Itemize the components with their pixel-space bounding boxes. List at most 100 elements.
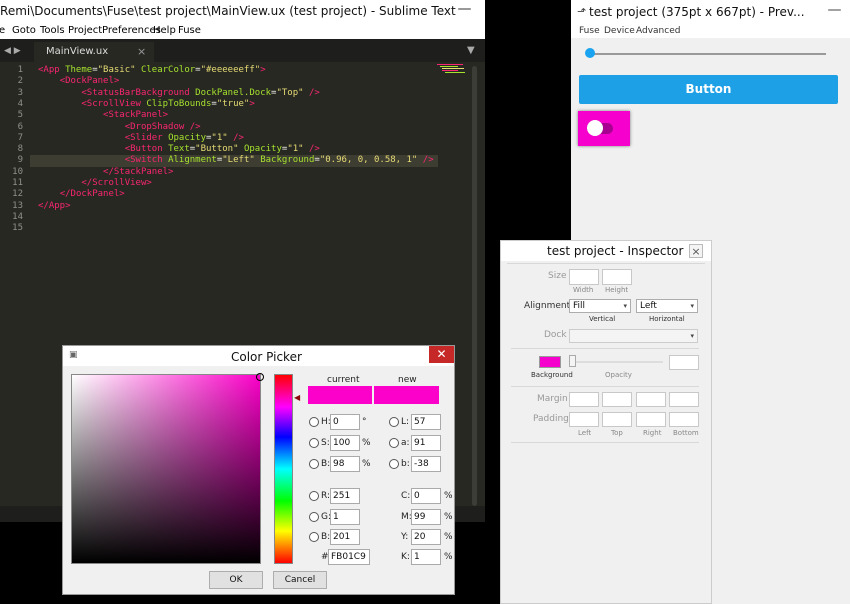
- menu-advanced[interactable]: Advanced: [636, 24, 680, 38]
- minimize-button[interactable]: —: [444, 0, 485, 20]
- preview-menubar: Fuse Device Advanced: [571, 24, 850, 38]
- tab-mainview[interactable]: MainView.ux: [34, 42, 154, 62]
- lab-b-field[interactable]: -38: [411, 456, 441, 472]
- c-field[interactable]: 0: [411, 488, 441, 504]
- slider-thumb[interactable]: [585, 48, 595, 58]
- code-line[interactable]: </App>: [38, 201, 71, 212]
- k-field[interactable]: 1: [411, 549, 441, 565]
- padding-right-field[interactable]: [636, 412, 666, 427]
- width-field[interactable]: [569, 269, 599, 285]
- h-field[interactable]: 0: [330, 414, 360, 430]
- y-field[interactable]: 20: [411, 529, 441, 545]
- inspector-titlebar[interactable]: test project - Inspector ×: [501, 241, 711, 261]
- menu-project[interactable]: Project: [68, 23, 102, 39]
- sublime-titlebar[interactable]: \Remi\Documents\Fuse\test project\MainVi…: [0, 0, 485, 23]
- code-line[interactable]: </ScrollView>: [38, 178, 151, 189]
- close-icon[interactable]: ✕: [429, 346, 454, 363]
- color-cursor[interactable]: [256, 373, 264, 381]
- menu-preferences[interactable]: Preferences: [102, 23, 161, 39]
- code-line[interactable]: <ScrollView ClipToBounds="true">: [38, 99, 254, 110]
- preview-titlebar[interactable]: ⬏ test project (375pt x 667pt) - Prev...…: [571, 0, 850, 24]
- opacity-slider-thumb[interactable]: [569, 355, 576, 367]
- radio-a[interactable]: [389, 438, 399, 448]
- chevron-down-icon: ▾: [690, 302, 694, 310]
- code-line[interactable]: </DockPanel>: [38, 189, 125, 200]
- cancel-button[interactable]: Cancel: [273, 571, 327, 589]
- c-unit: %: [444, 491, 453, 501]
- tab-nav-arrows[interactable]: ◀ ▶: [4, 42, 21, 60]
- g-field[interactable]: 1: [330, 509, 360, 525]
- r-field[interactable]: 251: [330, 488, 360, 504]
- margin-bottom-field[interactable]: [669, 392, 699, 407]
- code-line[interactable]: <StackPanel>: [38, 110, 168, 121]
- padding-bottom-field[interactable]: [669, 412, 699, 427]
- opacity-slider-track[interactable]: [571, 361, 663, 363]
- editor-scrollbar[interactable]: [472, 66, 477, 506]
- vertical-alignment-select[interactable]: Fill ▾: [569, 299, 631, 313]
- b-label: B:: [321, 459, 331, 469]
- blue-field[interactable]: 201: [330, 529, 360, 545]
- height-field[interactable]: [602, 269, 632, 285]
- menu-edit[interactable]: e: [0, 23, 5, 39]
- code-line[interactable]: <Switch Alignment="Left" Background="0.9…: [30, 155, 438, 167]
- hex-field[interactable]: FB01C9: [328, 549, 370, 565]
- menu-help[interactable]: Help: [153, 23, 176, 39]
- top-label: Top: [611, 429, 623, 437]
- l-field[interactable]: 57: [411, 414, 441, 430]
- radio-r[interactable]: [309, 491, 319, 501]
- blue-label: B:: [321, 532, 331, 542]
- code-token: </StackPanel>: [103, 166, 174, 177]
- menu-tools[interactable]: Tools: [40, 23, 65, 39]
- opacity-field[interactable]: [669, 355, 699, 370]
- code-line[interactable]: <DropShadow />: [38, 122, 201, 133]
- horizontal-alignment-select[interactable]: Left ▾: [636, 299, 698, 313]
- margin-left-field[interactable]: [569, 392, 599, 407]
- margin-right-field[interactable]: [636, 392, 666, 407]
- code-line[interactable]: <DockPanel>: [38, 76, 120, 87]
- minimize-button[interactable]: —: [819, 0, 850, 20]
- divider: [511, 348, 699, 349]
- new-color-swatch: [374, 386, 439, 404]
- tab-dropdown-icon[interactable]: ▼: [467, 42, 475, 60]
- code-token: </DockPanel>: [59, 189, 125, 200]
- minimap[interactable]: [437, 63, 467, 75]
- code-line[interactable]: <StatusBarBackground DockPanel.Dock="Top…: [38, 88, 319, 99]
- code-token: "Basic": [97, 65, 136, 75]
- radio-s[interactable]: [309, 438, 319, 448]
- close-icon[interactable]: ×: [689, 244, 703, 258]
- hue-marker-icon[interactable]: ◀: [294, 393, 300, 402]
- radio-h[interactable]: [309, 417, 319, 427]
- padding-top-field[interactable]: [602, 412, 632, 427]
- background-color-swatch[interactable]: [539, 356, 561, 368]
- saturation-brightness-field[interactable]: [71, 374, 261, 564]
- radio-blue[interactable]: [309, 532, 319, 542]
- slider-track[interactable]: [590, 53, 826, 55]
- switch-knob[interactable]: [587, 120, 603, 136]
- menu-device[interactable]: Device: [604, 24, 635, 38]
- preview-button[interactable]: Button: [579, 75, 838, 104]
- menu-fuse[interactable]: Fuse: [579, 24, 600, 38]
- margin-top-field[interactable]: [602, 392, 632, 407]
- dock-select[interactable]: ▾: [569, 329, 698, 343]
- menu-fuse[interactable]: Fuse: [178, 23, 201, 39]
- ok-button[interactable]: OK: [209, 571, 263, 589]
- code-token: "#eeeeeeff": [200, 65, 261, 75]
- a-field[interactable]: 91: [411, 435, 441, 451]
- picker-titlebar[interactable]: ▣ Color Picker ✕: [63, 346, 454, 366]
- code-line[interactable]: <App Theme="Basic" ClearColor="#eeeeeeff…: [38, 65, 266, 76]
- s-field[interactable]: 100: [330, 435, 360, 451]
- hue-strip[interactable]: [274, 374, 293, 564]
- tab-close-icon[interactable]: ×: [137, 42, 146, 62]
- padding-left-field[interactable]: [569, 412, 599, 427]
- radio-lab-b[interactable]: [389, 459, 399, 469]
- radio-g[interactable]: [309, 512, 319, 522]
- radio-b[interactable]: [309, 459, 319, 469]
- radio-l[interactable]: [389, 417, 399, 427]
- b-field[interactable]: 98: [330, 456, 360, 472]
- m-field[interactable]: 99: [411, 509, 441, 525]
- code-line[interactable]: </StackPanel>: [38, 167, 173, 178]
- menu-goto[interactable]: Goto: [12, 23, 36, 39]
- code-line[interactable]: <Slider Opacity="1" />: [38, 133, 244, 144]
- code-line[interactable]: <Button Text="Button" Opacity="1" />: [38, 144, 320, 155]
